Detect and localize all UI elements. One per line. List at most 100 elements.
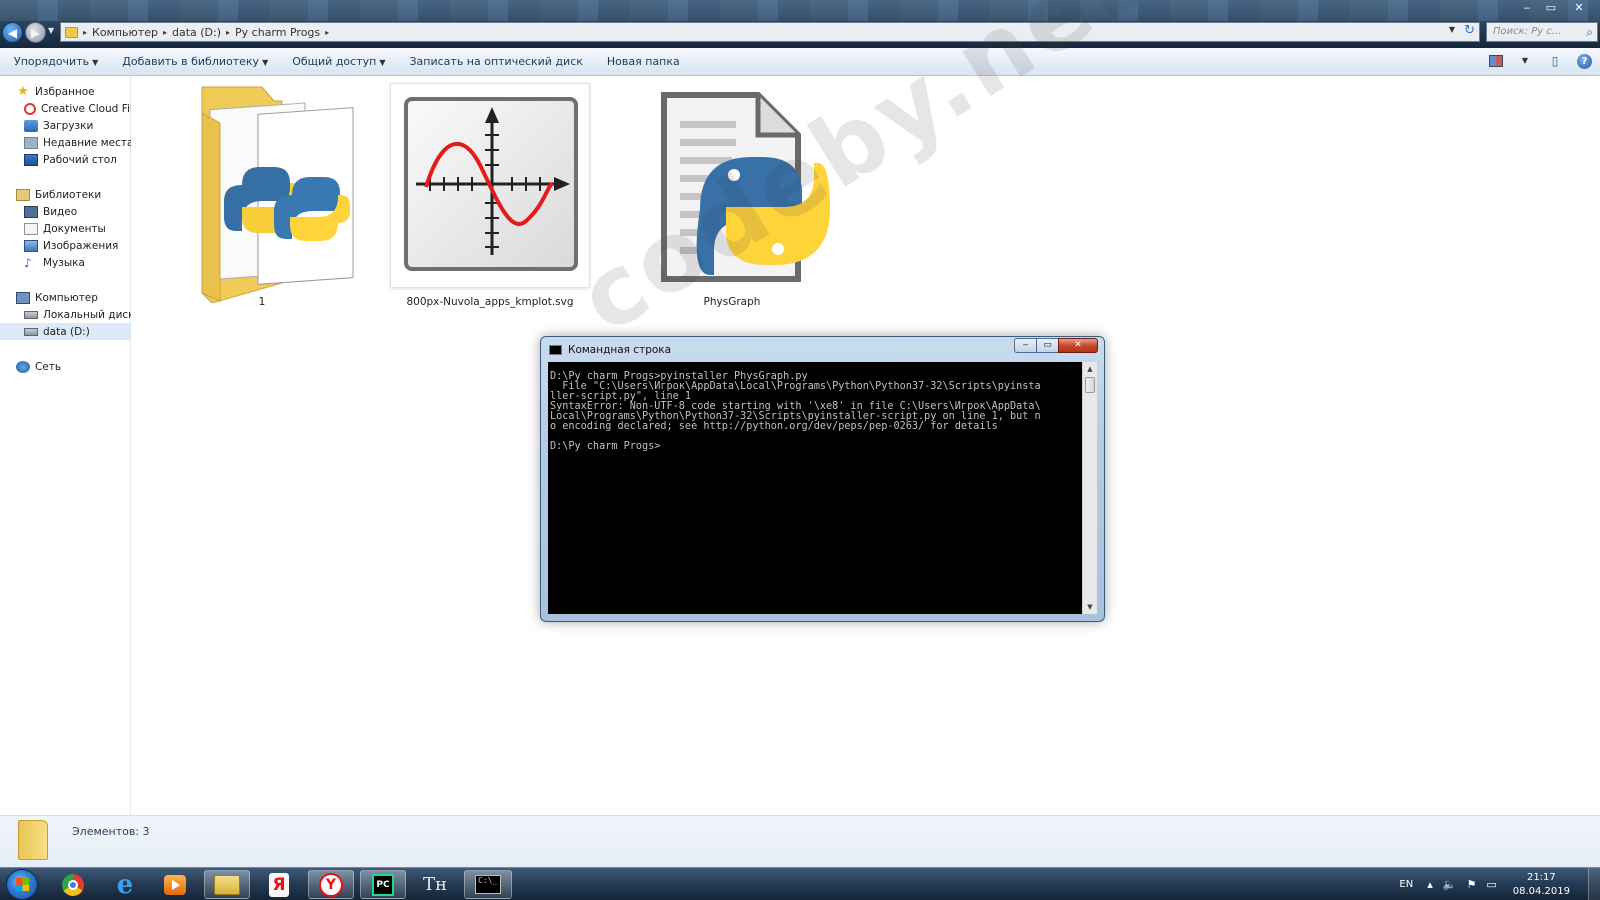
sidebar-item-music[interactable]: ♪ Музыка bbox=[0, 254, 131, 271]
sidebar-item-desktop[interactable]: Рабочий стол bbox=[0, 151, 131, 168]
sidebar-item-label: Загрузки bbox=[43, 119, 94, 132]
item-count: Элементов: 3 bbox=[72, 825, 150, 838]
file-item-kmplot-svg[interactable]: 800px-Nuvola_apps_kmplot.svg bbox=[390, 83, 590, 313]
scroll-thumb[interactable] bbox=[1085, 377, 1095, 393]
back-button[interactable]: ◀ bbox=[2, 22, 23, 43]
volume-icon[interactable]: 🔈 bbox=[1443, 878, 1457, 891]
command-bar: Упорядочить ▼ Добавить в библиотеку ▼ Общи… bbox=[0, 48, 1600, 76]
file-item-folder-1[interactable]: 1 bbox=[162, 83, 362, 313]
address-history-dropdown[interactable]: ▼ bbox=[1449, 25, 1455, 34]
text-app-icon: Tн bbox=[422, 874, 447, 895]
arrow-left-icon: ◀ bbox=[7, 26, 18, 40]
console-close-button[interactable]: ✕ bbox=[1058, 338, 1098, 353]
sidebar-item-libraries[interactable]: Библиотеки bbox=[0, 186, 131, 203]
aero-background-band bbox=[0, 0, 1600, 21]
creative-cloud-icon bbox=[24, 102, 36, 115]
media-player-icon bbox=[164, 874, 186, 895]
libraries-icon bbox=[16, 188, 30, 201]
close-button[interactable]: ✕ bbox=[1564, 0, 1594, 15]
share-menu[interactable]: Общий доступ ▼ bbox=[292, 55, 385, 68]
sidebar-item-network[interactable]: Сеть bbox=[0, 358, 131, 375]
command-prompt-window[interactable]: Командная строка ‒ ▭ ✕ D:\Py charm Progs… bbox=[540, 336, 1105, 622]
console-scrollbar[interactable]: ▲ ▼ bbox=[1082, 362, 1097, 614]
refresh-icon[interactable]: ↻ bbox=[1464, 23, 1475, 38]
breadcrumb-separator[interactable]: ▸ bbox=[324, 28, 330, 37]
sidebar-item-creative-cloud[interactable]: Creative Cloud Files bbox=[0, 100, 131, 117]
taskbar-explorer[interactable] bbox=[204, 870, 250, 899]
forward-button[interactable]: ▶ bbox=[25, 22, 46, 43]
sidebar-item-favorites[interactable]: ★ Избранное bbox=[0, 83, 131, 100]
sidebar-item-documents[interactable]: Документы bbox=[0, 220, 131, 237]
console-titlebar[interactable]: Командная строка bbox=[549, 341, 671, 359]
taskbar-chrome[interactable] bbox=[50, 870, 96, 899]
sidebar-item-local-disk-c[interactable]: Локальный диск (C bbox=[0, 306, 131, 323]
breadcrumb-py-charm-progs[interactable]: Py charm Progs bbox=[231, 26, 324, 39]
recent-pages-dropdown[interactable]: ▼ bbox=[48, 26, 54, 35]
language-indicator[interactable]: EN bbox=[1399, 879, 1413, 890]
taskbar-pycharm[interactable]: PC bbox=[360, 870, 406, 899]
clock-time: 21:17 bbox=[1526, 871, 1556, 883]
console-maximize-button[interactable]: ▭ bbox=[1036, 338, 1058, 353]
sidebar-item-label: Изображения bbox=[43, 239, 119, 252]
sidebar-item-label: Избранное bbox=[35, 85, 95, 98]
breadcrumb-computer[interactable]: Компьютер bbox=[88, 26, 162, 39]
taskbar-media-player[interactable] bbox=[152, 870, 198, 899]
start-button[interactable] bbox=[6, 869, 38, 900]
address-bar[interactable]: ▸ Компьютер ▸ data (D:) ▸ Py charm Progs… bbox=[60, 22, 1480, 42]
windows-logo-icon-lower bbox=[16, 885, 29, 891]
downloads-icon bbox=[24, 119, 38, 132]
console-output[interactable]: D:\Py charm Progs>pyinstaller PhysGraph.… bbox=[548, 362, 1082, 614]
taskbar-yandex[interactable]: Y bbox=[308, 870, 354, 899]
sidebar-item-label: Локальный диск (C bbox=[43, 308, 131, 321]
burn-button[interactable]: Записать на оптический диск bbox=[409, 55, 582, 68]
network-status-icon[interactable]: ▭ bbox=[1486, 878, 1496, 891]
add-to-library-menu[interactable]: Добавить в библиотеку ▼ bbox=[122, 55, 268, 68]
taskbar-typora[interactable]: Tн bbox=[412, 870, 458, 899]
taskbar-yandex-browser[interactable]: Я bbox=[256, 870, 302, 899]
console-minimize-button[interactable]: ‒ bbox=[1014, 338, 1036, 353]
file-item-physgraph[interactable]: PhysGraph bbox=[632, 83, 832, 313]
sidebar-item-downloads[interactable]: Загрузки bbox=[0, 117, 131, 134]
action-center-flag-icon[interactable]: ⚑ bbox=[1466, 878, 1476, 891]
show-desktop-button[interactable] bbox=[1588, 868, 1600, 900]
star-icon: ★ bbox=[17, 83, 29, 99]
explorer-titlebar: ‒ ▭ ✕ ◀ ▶ ▼ ▸ Компьютер ▸ data (D:) ▸ Py… bbox=[0, 0, 1600, 48]
sidebar-item-data-d[interactable]: data (D:) bbox=[0, 323, 131, 340]
show-hidden-icons-icon[interactable]: ▴ bbox=[1427, 878, 1433, 891]
organize-menu[interactable]: Упорядочить ▼ bbox=[14, 55, 98, 68]
sidebar-item-video[interactable]: Видео bbox=[0, 203, 131, 220]
taskbar: e Я Y PC Tн C:\_ EN ▴ 🔈 ⚑ ▭ 21:17 08.04.… bbox=[0, 867, 1600, 900]
navigation-pane: ★ Избранное Creative Cloud Files Загрузки… bbox=[0, 77, 131, 815]
help-icon[interactable]: ? bbox=[1577, 53, 1592, 69]
file-explorer-icon bbox=[214, 874, 240, 895]
search-input[interactable]: Поиск: Py c... ⌕ bbox=[1486, 22, 1598, 42]
yandex-icon: Я bbox=[269, 872, 289, 897]
sidebar-item-recent-places[interactable]: Недавние места bbox=[0, 134, 131, 151]
minimize-button[interactable]: ‒ bbox=[1516, 0, 1538, 15]
console-window-controls: ‒ ▭ ✕ bbox=[1014, 338, 1098, 353]
hard-drive-icon bbox=[24, 310, 38, 319]
chevron-down-icon: ▼ bbox=[379, 58, 386, 67]
details-pane: Элементов: 3 bbox=[0, 815, 1600, 867]
python-script-icon bbox=[661, 92, 830, 282]
desktop-icon bbox=[24, 153, 38, 166]
scroll-up-icon[interactable]: ▲ bbox=[1083, 362, 1097, 376]
yandex-browser-icon: Y bbox=[319, 872, 343, 897]
console-prompt-line: D:\Py charm Progs> bbox=[550, 441, 661, 452]
command-prompt-icon: C:\_ bbox=[475, 875, 501, 894]
sidebar-item-label: Компьютер bbox=[35, 291, 98, 304]
preview-pane-icon[interactable]: ▯ bbox=[1547, 53, 1563, 69]
taskbar-cmd[interactable]: C:\_ bbox=[464, 870, 512, 899]
change-view-icon[interactable] bbox=[1489, 55, 1503, 67]
new-folder-button[interactable]: Новая папка bbox=[607, 55, 680, 68]
breadcrumb-data-d[interactable]: data (D:) bbox=[168, 26, 225, 39]
sidebar-item-pictures[interactable]: Изображения bbox=[0, 237, 131, 254]
scroll-down-icon[interactable]: ▼ bbox=[1083, 600, 1097, 614]
sidebar-item-computer[interactable]: Компьютер bbox=[0, 289, 131, 306]
clock[interactable]: 21:17 08.04.2019 bbox=[1513, 871, 1570, 899]
chevron-down-icon[interactable]: ▼ bbox=[1517, 53, 1533, 69]
internet-explorer-icon: e bbox=[116, 869, 134, 900]
taskbar-ie[interactable]: e bbox=[102, 870, 148, 899]
add-library-label: Добавить в библиотеку bbox=[122, 55, 260, 68]
maximize-button[interactable]: ▭ bbox=[1540, 0, 1562, 15]
